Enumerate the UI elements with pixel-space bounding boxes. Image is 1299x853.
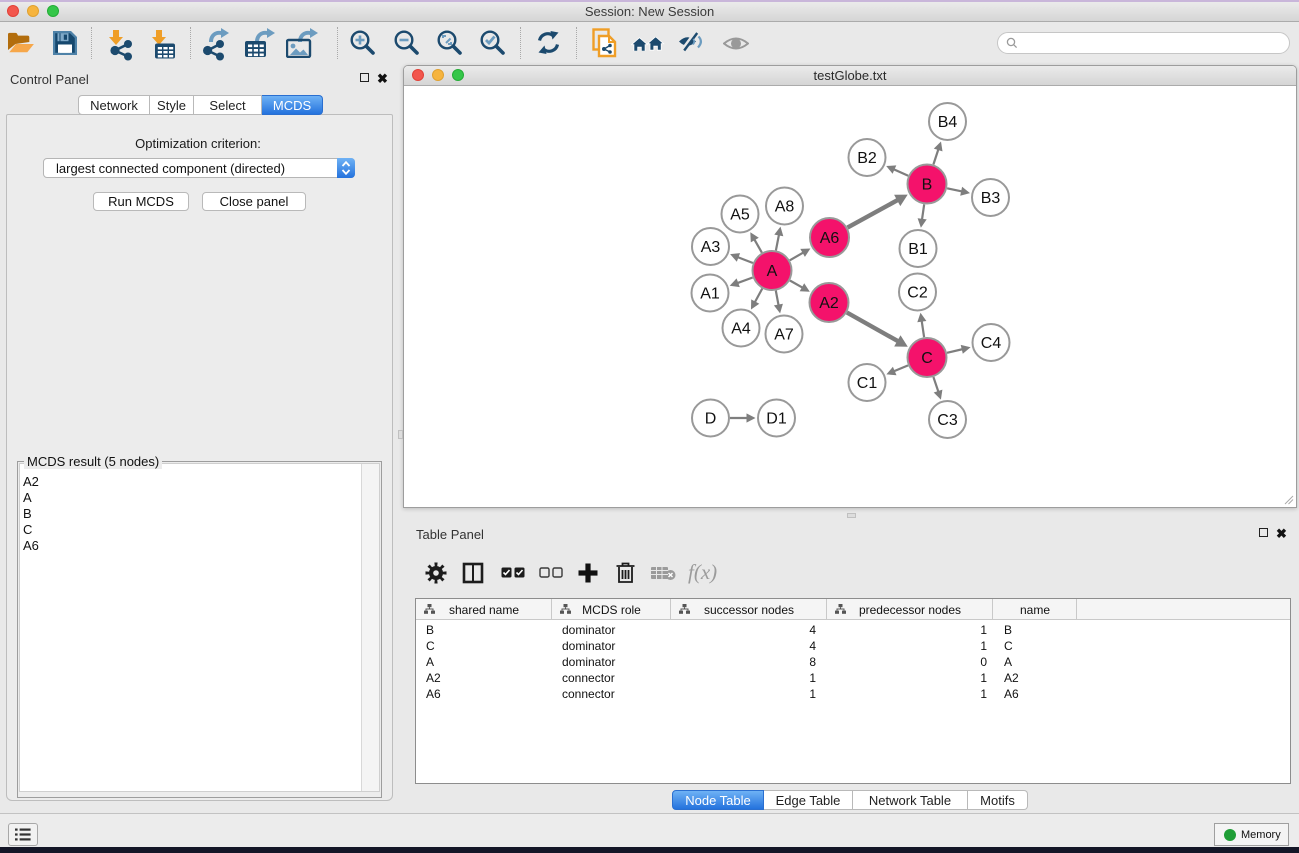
svg-text:B4: B4: [938, 114, 958, 131]
svg-text:A3: A3: [701, 239, 721, 256]
svg-text:A7: A7: [774, 327, 794, 344]
svg-text:A2: A2: [819, 295, 839, 312]
svg-text:A5: A5: [730, 207, 750, 224]
svg-text:C4: C4: [981, 335, 1002, 352]
svg-text:C2: C2: [907, 285, 928, 302]
svg-text:B1: B1: [908, 241, 928, 258]
svg-text:C3: C3: [937, 412, 958, 429]
svg-text:A6: A6: [820, 230, 840, 247]
svg-text:C: C: [921, 350, 933, 367]
svg-text:A1: A1: [700, 286, 720, 303]
svg-text:D1: D1: [766, 411, 787, 428]
svg-text:A4: A4: [731, 321, 751, 338]
svg-text:B3: B3: [981, 190, 1001, 207]
svg-text:A: A: [767, 263, 778, 280]
svg-text:B2: B2: [857, 150, 877, 167]
svg-text:D: D: [705, 411, 717, 428]
svg-text:A8: A8: [775, 199, 795, 216]
svg-text:C1: C1: [857, 375, 878, 392]
svg-text:B: B: [922, 177, 933, 194]
